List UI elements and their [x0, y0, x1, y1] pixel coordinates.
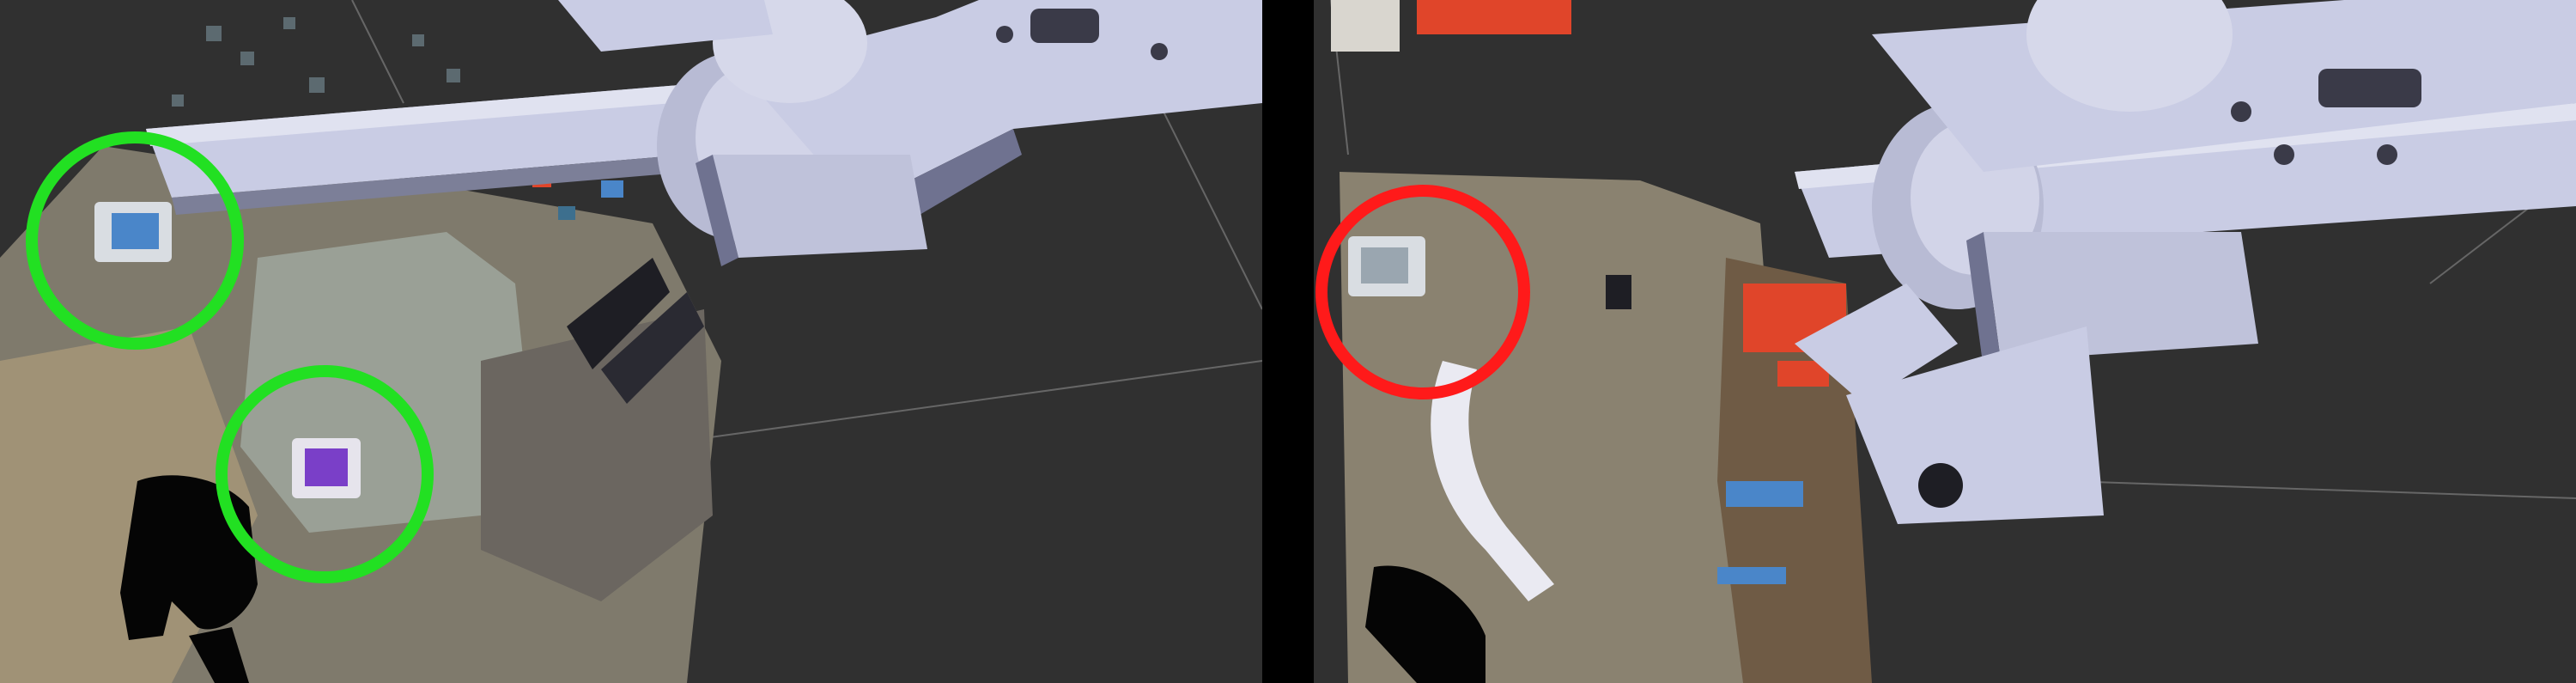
- object-blue-box: [94, 202, 172, 262]
- rviz-comparison-view: [0, 0, 2576, 683]
- right-3d-viewport[interactable]: [1314, 0, 2576, 683]
- object-purple-box: [292, 438, 361, 498]
- panel-divider: [1262, 0, 1314, 683]
- gripper-tag: [1606, 275, 1631, 309]
- object-blue-box: [1348, 236, 1425, 296]
- left-scene: [0, 0, 1262, 683]
- left-3d-viewport[interactable]: [0, 0, 1262, 683]
- pointcloud-white-patch: [1331, 0, 1400, 52]
- right-scene: [1314, 0, 2576, 683]
